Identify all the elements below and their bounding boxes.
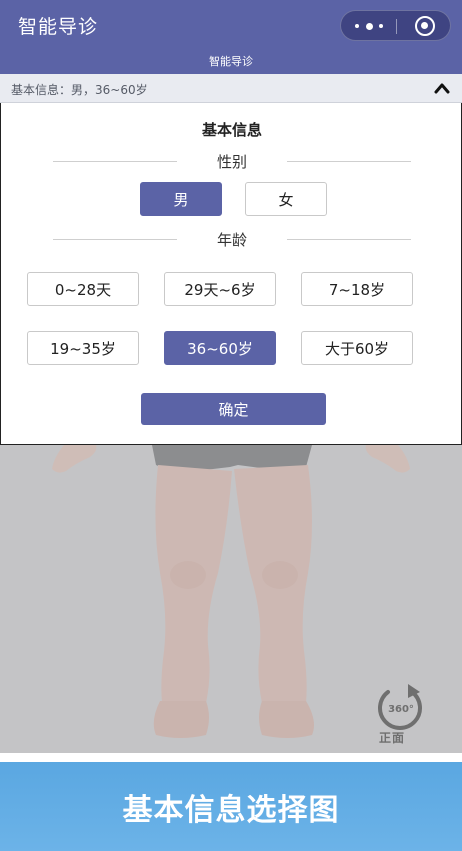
- caption-banner: 基本信息选择图: [0, 762, 462, 851]
- age-option-29-days-6-years[interactable]: 29天~6岁: [164, 272, 276, 306]
- age-option-19-35-years[interactable]: 19~35岁: [27, 331, 139, 365]
- target-close-icon[interactable]: [415, 16, 435, 36]
- page: 智能导诊 智能导诊 基本信息：男，36~60岁 基本信息 性别 男 女 年龄 0…: [0, 0, 462, 851]
- panel-title: 基本信息: [201, 121, 262, 139]
- age-option-over-60-years[interactable]: 大于60岁: [301, 331, 413, 365]
- view-label: 正面: [379, 731, 406, 745]
- menu-capsule: [340, 10, 451, 41]
- gender-option-female[interactable]: 女: [245, 182, 327, 216]
- app-title: 智能导诊: [18, 16, 99, 38]
- age-option-0-28-days[interactable]: 0~28天: [27, 272, 139, 306]
- nav-bar: 智能导诊 智能导诊: [0, 0, 462, 74]
- caption-text: 基本信息选择图: [122, 792, 340, 828]
- summary-bar[interactable]: 基本信息：男，36~60岁: [0, 74, 462, 103]
- more-dots-icon[interactable]: [355, 18, 383, 34]
- age-option-7-18-years[interactable]: 7~18岁: [301, 272, 413, 306]
- spacer: [0, 753, 462, 762]
- age-option-36-60-years[interactable]: 36~60岁: [164, 331, 276, 365]
- capsule-divider: [396, 19, 397, 34]
- page-subtitle: 智能导诊: [209, 55, 253, 68]
- rotate-icon-text: 360°: [388, 704, 414, 715]
- confirm-button[interactable]: 确定: [141, 393, 326, 425]
- summary-text: 基本信息：男，36~60岁: [11, 83, 148, 97]
- chevron-up-icon[interactable]: [433, 80, 451, 96]
- divider-right: [287, 239, 411, 240]
- gender-option-male[interactable]: 男: [140, 182, 222, 216]
- body-model-area: 360° 正面: [0, 445, 462, 753]
- basic-info-panel: 基本信息 性别 男 女 年龄 0~28天 29天~6岁 7~18岁 19~35岁…: [0, 103, 462, 445]
- divider-right: [287, 161, 411, 162]
